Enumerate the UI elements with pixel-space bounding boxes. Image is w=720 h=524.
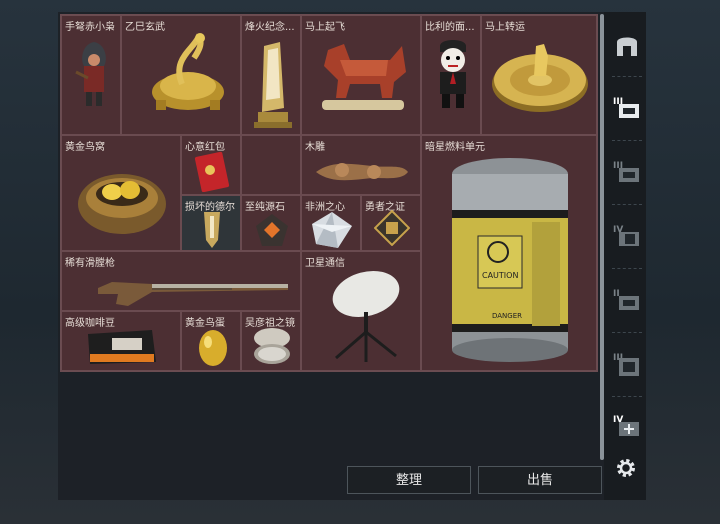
- sell-button[interactable]: 出售: [478, 466, 602, 494]
- settings-gear-icon[interactable]: [614, 456, 638, 480]
- red-envelope-icon: [194, 151, 230, 192]
- tab-divider: [612, 268, 642, 269]
- golden-egg-icon: [199, 330, 227, 366]
- bronze-horse-icon: [322, 44, 406, 110]
- item-label: 烽火纪念...: [245, 22, 295, 33]
- musket-icon: [98, 282, 288, 306]
- item-label: 比利的面...: [425, 22, 475, 33]
- item-label: 黄金鸟窝: [65, 142, 105, 153]
- item-fuelcell[interactable]: 暗星燃料单元 CAUTION DANGER: [421, 135, 597, 371]
- tier-2-items-tab[interactable]: II: [613, 286, 641, 314]
- tab-divider: [612, 76, 642, 77]
- danger-text: DANGER: [492, 312, 522, 320]
- source-stone-icon: [256, 214, 288, 246]
- golden-nest-icon: [78, 174, 166, 234]
- item-woodcarve[interactable]: 木雕: [301, 135, 421, 195]
- stash-grid: 手弩赤小枭 乙巳玄武 烽火纪念... 马上起飞 比利的面... 马上转运 黄金鸟…: [60, 14, 598, 372]
- item-egg[interactable]: 黄金鸟蛋: [181, 311, 241, 371]
- item-empty-slot[interactable]: [241, 135, 301, 195]
- item-label: 暗星燃料单元: [425, 142, 485, 153]
- item-redpacket[interactable]: 心意红包: [181, 135, 241, 195]
- beacon-trophy-icon: [254, 42, 292, 128]
- tab-divider: [612, 140, 642, 141]
- hooded-figure-icon: [75, 42, 106, 106]
- puppet-doll-icon: [440, 40, 466, 108]
- coffee-bag-icon: [88, 330, 156, 364]
- item-satellite[interactable]: 卫星通信: [301, 251, 421, 371]
- item-brave[interactable]: 勇者之证: [361, 195, 421, 251]
- item-horse[interactable]: 马上起飞: [301, 15, 421, 135]
- item-heart[interactable]: 非洲之心: [301, 195, 361, 251]
- tier-4-items-tab-2[interactable]: IV: [613, 412, 641, 440]
- golden-tortoise-snake-icon: [152, 33, 224, 110]
- item-wheel[interactable]: 马上转运: [481, 15, 597, 135]
- brave-badge-icon: [374, 210, 410, 246]
- item-xuanwu[interactable]: 乙巳玄武: [121, 15, 241, 135]
- item-musket[interactable]: 稀有滑膛枪: [61, 251, 301, 311]
- tier-3-items-tab-2[interactable]: III: [613, 158, 641, 186]
- tier-3-items-tab-3[interactable]: III: [613, 350, 641, 378]
- safe-box-icon[interactable]: [613, 32, 641, 60]
- tier-3-items-tab[interactable]: III: [613, 94, 641, 122]
- tab-divider: [612, 332, 642, 333]
- item-label: 马上转运: [485, 22, 525, 33]
- item-crossbow[interactable]: 手弩赤小枭: [61, 15, 121, 135]
- tier-4-items-tab[interactable]: IV: [613, 222, 641, 250]
- item-nest[interactable]: 黄金鸟窝: [61, 135, 181, 251]
- caution-text: CAUTION: [482, 271, 518, 280]
- item-label: 手弩赤小枭: [65, 22, 115, 33]
- fortune-wheel-icon: [492, 44, 588, 112]
- tab-divider: [612, 396, 642, 397]
- item-label: 马上起飞: [305, 22, 345, 33]
- item-damaged[interactable]: 损坏的德尔: [181, 195, 241, 251]
- tab-divider: [612, 204, 642, 205]
- fuel-cell-canister-icon: CAUTION DANGER: [452, 158, 568, 362]
- item-mirror[interactable]: 吴彦祖之镜: [241, 311, 301, 371]
- damaged-artifact-icon: [204, 212, 220, 248]
- item-beacon[interactable]: 烽火纪念...: [241, 15, 301, 135]
- item-puppet[interactable]: 比利的面...: [421, 15, 481, 135]
- diamond-icon: [312, 212, 352, 248]
- wood-carving-icon: [316, 163, 408, 181]
- satellite-dish-icon: [332, 270, 400, 362]
- item-label: 至纯源石: [245, 202, 285, 213]
- compact-mirror-icon: [254, 328, 290, 364]
- sort-button[interactable]: 整理: [347, 466, 471, 494]
- item-coffee[interactable]: 高级咖啡豆: [61, 311, 181, 371]
- svg-text:II: II: [613, 289, 620, 299]
- item-purestone[interactable]: 至纯源石: [241, 195, 301, 251]
- item-label: 卫星通信: [305, 258, 345, 269]
